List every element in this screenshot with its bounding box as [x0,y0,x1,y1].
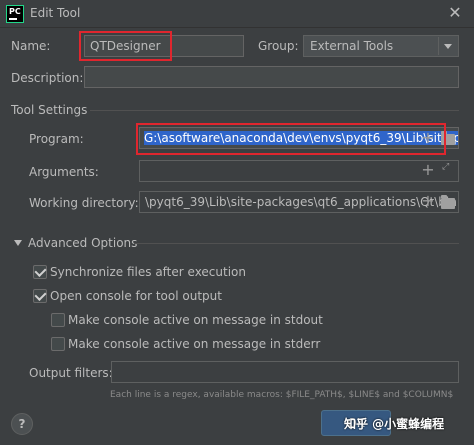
console-active-stdout-label: Make console active on message in stdout [68,313,323,327]
expand-arrows-icon[interactable]: ⤢ [442,162,449,172]
collapse-triangle-icon[interactable] [14,240,22,246]
window-title: Edit Tool [30,6,81,20]
help-button[interactable]: ? [11,413,33,435]
program-highlight-box [136,123,446,155]
console-active-stdout-checkbox[interactable] [51,313,65,327]
folder-browse-icon[interactable] [441,195,455,209]
open-console-checkbox[interactable] [33,289,47,303]
group-select-value: External Tools [310,39,394,53]
sync-files-checkbox[interactable] [33,265,47,279]
console-active-stderr-label: Make console active on message in stderr [68,337,321,351]
description-input[interactable] [84,66,459,88]
output-filters-hint: Each line is a regex, available macros: … [110,390,454,400]
pycharm-app-icon: PC [6,5,24,23]
program-label: Program: [29,132,84,146]
section-divider [134,243,459,244]
close-icon[interactable]: ✕ [444,3,466,25]
description-label: Description: [11,71,84,85]
advanced-options-title[interactable]: Advanced Options [28,236,137,250]
sync-files-label: Synchronize files after execution [50,265,246,279]
open-console-label: Open console for tool output [50,289,222,303]
name-label: Name: [11,39,51,53]
console-active-stderr-checkbox[interactable] [51,337,65,351]
arguments-input[interactable] [139,160,459,182]
working-directory-input[interactable]: \pyqt6_39\Lib\site-packages\qt6_applicat… [139,191,459,213]
arguments-label: Arguments: [29,165,99,179]
insert-macro-plus-icon[interactable]: + [421,192,435,210]
tool-settings-title: Tool Settings [11,103,88,117]
group-select[interactable]: External Tools [303,35,459,57]
output-filters-label: Output filters: [29,366,113,380]
name-highlight-box [79,31,172,61]
group-label: Group: [258,39,299,53]
working-directory-label: Working directory: [29,196,139,210]
section-divider [90,110,459,111]
watermark: 知乎 @小蜜蜂编程 [344,417,445,431]
insert-macro-plus-icon[interactable]: + [421,161,435,179]
chevron-down-icon[interactable] [438,37,456,55]
output-filters-input[interactable] [111,361,459,383]
